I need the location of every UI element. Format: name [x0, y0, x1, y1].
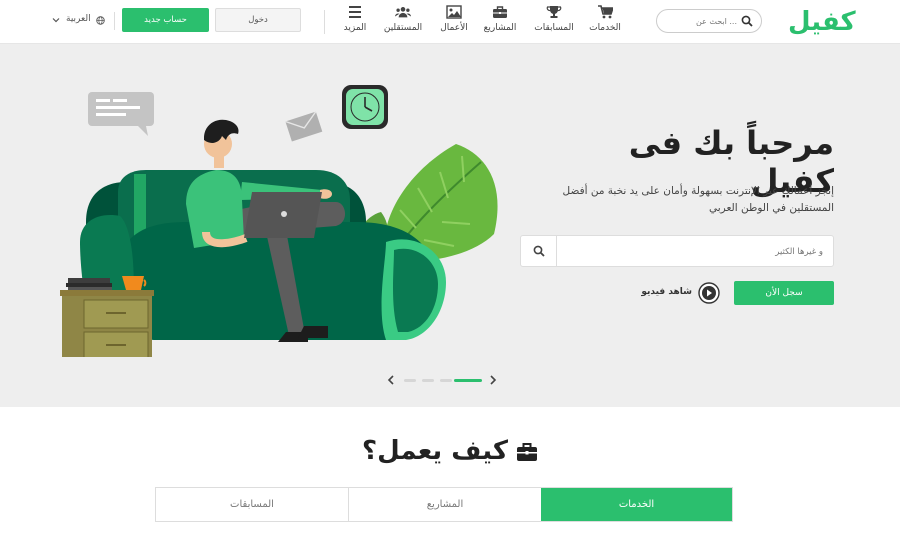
chat-bubble-icon [88, 92, 154, 136]
nav-more[interactable]: المزيد [327, 5, 383, 39]
briefcase-icon [516, 442, 537, 461]
header-divider [324, 10, 325, 34]
header-search[interactable] [656, 9, 762, 33]
login-button[interactable]: دخول [215, 8, 301, 32]
nav-freelancers-label: المستقلين [383, 23, 423, 33]
chevron-right-icon[interactable] [488, 374, 498, 386]
hero-slider-controls [386, 374, 498, 386]
new-account-button[interactable]: حساب جديد [122, 8, 209, 32]
register-now-button[interactable]: سجل الأن [734, 281, 834, 305]
top-header: كفيل الخدمات المسابقات المشاريع الأعمال … [0, 0, 900, 44]
header-divider-2 [114, 12, 115, 30]
hero-search-input[interactable] [561, 242, 823, 262]
slider-dot-active[interactable] [454, 379, 482, 382]
users-icon [395, 7, 411, 18]
how-it-works-title: كيف يعمل؟ [300, 436, 600, 466]
logo[interactable]: كفيل [788, 4, 856, 40]
envelope-icon [285, 111, 323, 142]
search-icon [533, 245, 545, 257]
globe-icon [96, 16, 105, 25]
play-icon [698, 282, 720, 304]
hero-search[interactable] [520, 235, 834, 267]
chevron-left-icon[interactable] [386, 374, 396, 386]
search-icon[interactable] [741, 15, 753, 27]
clock-icon [342, 85, 388, 129]
chevron-down-icon [52, 18, 60, 23]
briefcase-icon [493, 6, 507, 18]
header-search-input[interactable] [665, 13, 737, 29]
tab-projects[interactable]: المشاريع [349, 488, 541, 521]
how-it-works-tabs: المسابقات المشاريع الخدمات [155, 487, 733, 522]
nav-more-label: المزيد [343, 23, 367, 33]
hero-search-button[interactable] [521, 236, 557, 266]
watch-video-button[interactable]: شاهد فيديو [638, 282, 720, 304]
how-it-works-text: كيف يعمل؟ [362, 436, 508, 466]
nav-services-label: الخدمات [589, 23, 621, 33]
nav-freelancers[interactable]: المستقلين [375, 5, 431, 39]
nav-contests[interactable]: المسابقات [526, 5, 582, 39]
image-icon [446, 5, 462, 19]
tab-services[interactable]: الخدمات [541, 488, 732, 521]
hero-subtitle: إنجز أعمالك عبر الإنترنت بسهولة وأمان عل… [562, 185, 834, 214]
hero-illustration [60, 85, 498, 357]
hero-section: مرحباً بك فى كفيل إنجز أعمالك عبر الإنتر… [0, 44, 900, 407]
nav-portfolio[interactable]: الأعمال [426, 5, 482, 39]
nightstand [60, 276, 154, 357]
slider-dot[interactable] [422, 379, 434, 382]
tab-contests[interactable]: المسابقات [156, 488, 348, 521]
language-label: العربية [66, 14, 91, 24]
language-selector[interactable]: العربية [52, 14, 108, 28]
nav-services[interactable]: الخدمات [577, 5, 633, 39]
cart-icon [598, 5, 613, 19]
trophy-icon [546, 6, 562, 18]
slider-dot[interactable] [440, 379, 452, 382]
menu-icon [349, 6, 361, 18]
slider-dot[interactable] [404, 379, 416, 382]
nav-portfolio-label: الأعمال [440, 23, 468, 33]
logo-text: كفيل [788, 7, 856, 37]
nav-contests-label: المسابقات [534, 23, 574, 33]
watch-video-label: شاهد فيديو [641, 287, 692, 297]
